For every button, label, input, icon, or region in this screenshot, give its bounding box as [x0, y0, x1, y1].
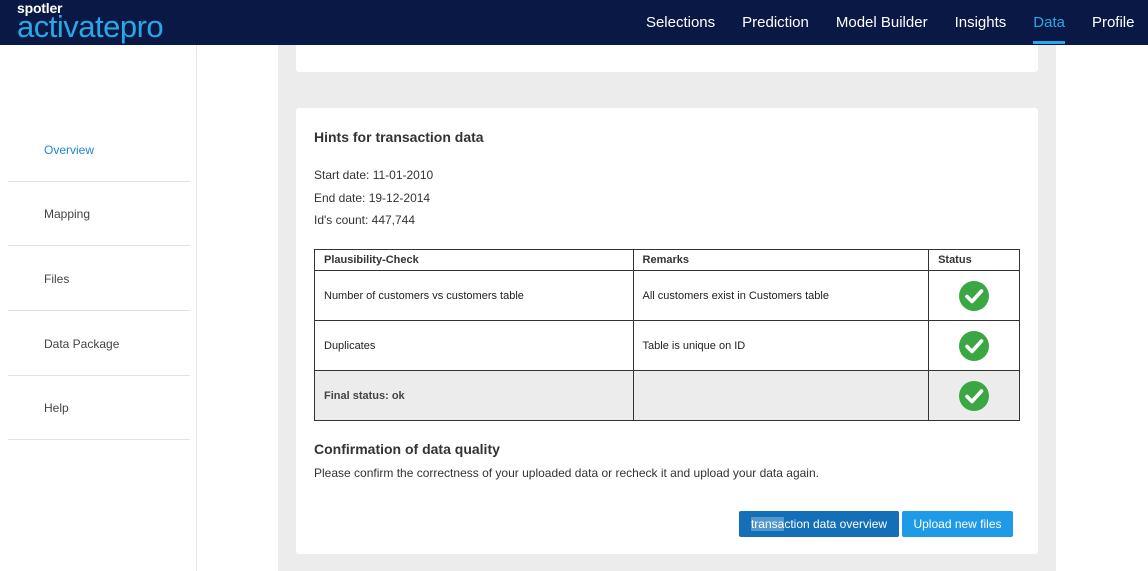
logo-brand-bottom: activatepro — [17, 9, 164, 44]
nav-item-insights[interactable]: Insights — [941, 0, 1020, 45]
check-circle-icon — [959, 280, 990, 311]
nav-item-prediction[interactable]: Prediction — [729, 0, 823, 45]
start-date: Start date: 11-01-2010 — [314, 168, 434, 182]
ids-count: Id's count: 447,744 — [314, 213, 416, 227]
nav-item-model-builder[interactable]: Model Builder — [822, 0, 941, 45]
previous-card — [296, 45, 1038, 72]
sidebar-item-help[interactable]: Help — [8, 376, 190, 440]
upload-new-files-button[interactable]: Upload new files — [902, 511, 1013, 537]
end-date: End date: 19-12-2014 — [314, 191, 431, 205]
hints-title: Hints for transaction data — [314, 129, 484, 145]
table-header-row: Plausibility-Check Remarks Status — [314, 249, 1020, 271]
final-status-cell: Final status: ok — [314, 370, 634, 421]
logo[interactable]: spotler activatepro — [17, 1, 164, 44]
transaction-hints-card: Hints for transaction data Start date: 1… — [296, 108, 1038, 554]
sidebar-item-overview[interactable]: Overview — [8, 118, 190, 182]
main-nav: Selections Prediction Model Builder Insi… — [632, 0, 1148, 45]
nav-item-data[interactable]: Data — [1020, 0, 1079, 45]
check-cell: Duplicates — [314, 320, 634, 371]
column-header-check: Plausibility-Check — [314, 249, 634, 271]
sidebar-item-files[interactable]: Files — [8, 247, 190, 311]
transaction-data-overview-button[interactable]: transa ction data overview — [739, 511, 899, 537]
sidebar: Overview Mapping Files Data Package Help — [0, 45, 197, 571]
confirmation-title: Confirmation of data quality — [314, 441, 500, 457]
status-cell — [928, 320, 1020, 371]
check-cell: Number of customers vs customers table — [314, 270, 634, 321]
nav-item-profile[interactable]: Profile — [1078, 0, 1148, 45]
final-status-row: Final status: ok — [314, 370, 1020, 421]
button-label-rest: ction data overview — [784, 517, 888, 531]
check-circle-icon — [959, 330, 990, 361]
status-cell — [928, 270, 1020, 321]
remarks-cell — [632, 370, 930, 421]
selected-text: transa — [750, 517, 785, 531]
table-row: Duplicates Table is unique on ID — [314, 320, 1020, 371]
table-row: Number of customers vs customers table A… — [314, 270, 1020, 321]
remarks-cell: Table is unique on ID — [632, 320, 930, 371]
column-header-remarks: Remarks — [632, 249, 930, 271]
nav-item-selections[interactable]: Selections — [632, 0, 728, 45]
remarks-cell: All customers exist in Customers table — [632, 270, 930, 321]
plausibility-table: Plausibility-Check Remarks Status Number… — [314, 249, 1020, 421]
confirmation-text: Please confirm the correctness of your u… — [314, 466, 819, 480]
top-navigation-bar: spotler activatepro Selections Predictio… — [0, 0, 1148, 45]
check-circle-icon — [959, 380, 990, 411]
sidebar-item-data-package[interactable]: Data Package — [8, 312, 190, 376]
sidebar-item-mapping[interactable]: Mapping — [8, 182, 190, 246]
status-cell — [928, 370, 1020, 421]
column-header-status: Status — [928, 249, 1020, 271]
